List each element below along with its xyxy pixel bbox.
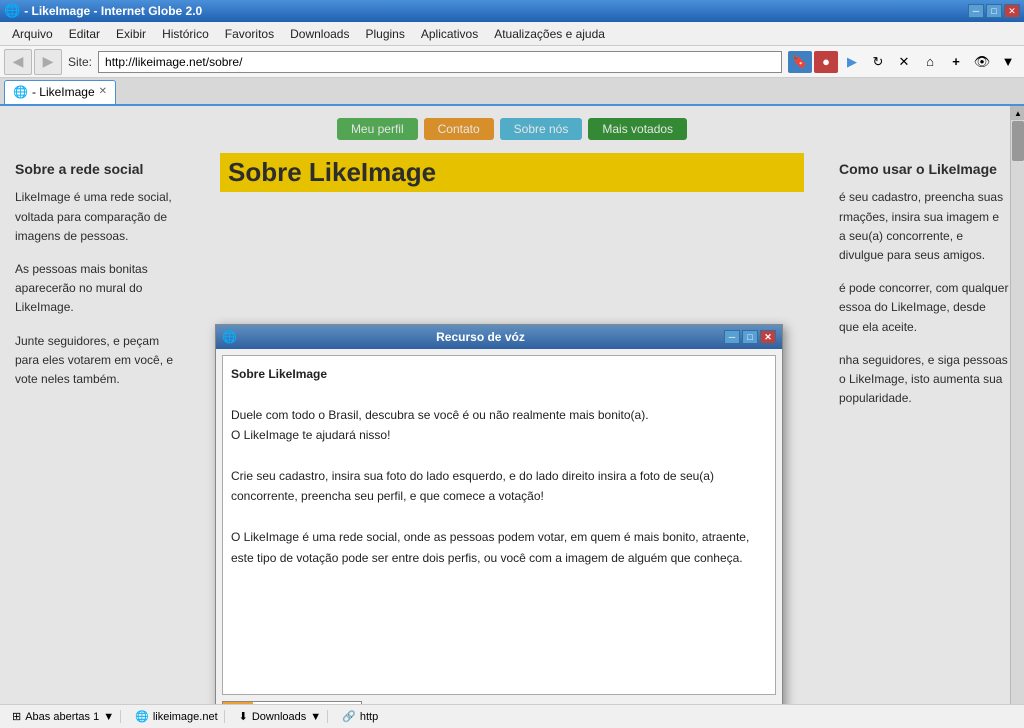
downloads-dropdown-icon: ▼ <box>310 711 321 723</box>
forward-button[interactable]: ▶ <box>34 49 62 75</box>
tab-label: - LikeImage <box>32 85 95 99</box>
status-bar: ⊞ Abas abertas 1 ▼ 🌐 likeimage.net ⬇ Dow… <box>0 704 1024 728</box>
menu-extra-button[interactable]: ▼ <box>996 51 1020 73</box>
menu-editar[interactable]: Editar <box>61 25 108 43</box>
voice-dialog: 🌐 Recurso de vóz ─ □ ✕ Sobre LikeImage D… <box>215 324 783 704</box>
downloads-label: Downloads <box>252 711 306 723</box>
dialog-minimize-button[interactable]: ─ <box>724 330 740 344</box>
menu-atualizacoes[interactable]: Atualizações e ajuda <box>486 25 613 43</box>
browser-icon: 🌐 <box>4 3 20 19</box>
url-input[interactable] <box>98 51 782 73</box>
red-button[interactable]: ● <box>814 51 838 73</box>
menu-favoritos[interactable]: Favoritos <box>217 25 282 43</box>
menu-aplicativos[interactable]: Aplicativos <box>413 25 486 43</box>
tab-likeimage[interactable]: 🌐 - LikeImage ✕ <box>4 80 116 104</box>
reading-status-label: Lendo... <box>368 703 411 704</box>
voice-text-line1: Duele com todo o Brasil, descubra se voc… <box>231 408 649 422</box>
voice-text-line4: O LikeImage é uma rede social, onde as p… <box>231 530 749 564</box>
dialog-controls: ─ □ ✕ <box>724 330 776 344</box>
add-tab-button[interactable]: + <box>944 51 968 73</box>
bookmark-icon[interactable]: 🔖 <box>788 51 812 73</box>
title-left: 🌐 - LikeImage - Internet Globe 2.0 <box>4 3 202 19</box>
voice-text-line2: O LikeImage te ajudará nisso! <box>231 428 390 442</box>
window-controls: ─ □ ✕ <box>968 4 1020 18</box>
view-source-button[interactable]: 👁 <box>970 51 994 73</box>
dialog-close-button[interactable]: ✕ <box>760 330 776 344</box>
menu-historico[interactable]: Histórico <box>154 25 217 43</box>
toolbar-right-buttons: 🔖 ● ▶ ↻ ✕ ⌂ + 👁 ▼ <box>788 51 1020 73</box>
back-button[interactable]: ◀ <box>4 49 32 75</box>
voice-text-area[interactable]: Sobre LikeImage Duele com todo o Brasil,… <box>222 355 776 695</box>
voice-text-line3: Crie seu cadastro, insira sua foto do la… <box>231 469 714 503</box>
close-button[interactable]: ✕ <box>1004 4 1020 18</box>
tabs-dropdown-icon: ▼ <box>103 711 114 723</box>
http-icon: 🔗 <box>342 710 356 723</box>
progress-fill <box>223 702 253 704</box>
tab-icon: 🌐 <box>13 85 28 99</box>
menu-bar: Arquivo Editar Exibir Histórico Favorito… <box>0 22 1024 46</box>
minimize-button[interactable]: ─ <box>968 4 984 18</box>
content-area: Meu perfil Contato Sobre nós Mais votado… <box>0 106 1024 704</box>
toolbar: ◀ ▶ Site: 🔖 ● ▶ ↻ ✕ ⌂ + 👁 ▼ <box>0 46 1024 78</box>
status-downloads[interactable]: ⬇ Downloads ▼ <box>233 710 329 723</box>
voice-progress-area: Lendo... <box>222 701 776 704</box>
tabs-icon: ⊞ <box>12 710 21 723</box>
home-button[interactable]: ⌂ <box>918 51 942 73</box>
site-label: Site: <box>68 55 92 69</box>
status-tabs[interactable]: ⊞ Abas abertas 1 ▼ <box>6 710 121 723</box>
voice-dialog-title: 🌐 Recurso de vóz ─ □ ✕ <box>216 325 782 349</box>
status-site: 🌐 likeimage.net <box>129 710 225 723</box>
site-favicon: 🌐 <box>135 710 149 723</box>
tabs-bar: 🌐 - LikeImage ✕ <box>0 78 1024 106</box>
menu-arquivo[interactable]: Arquivo <box>4 25 61 43</box>
tab-close-button[interactable]: ✕ <box>99 86 107 97</box>
window-title: - LikeImage - Internet Globe 2.0 <box>24 4 202 18</box>
menu-exibir[interactable]: Exibir <box>108 25 154 43</box>
menu-downloads[interactable]: Downloads <box>282 25 357 43</box>
http-label: http <box>360 711 378 723</box>
title-bar: 🌐 - LikeImage - Internet Globe 2.0 ─ □ ✕ <box>0 0 1024 22</box>
refresh-button[interactable]: ↻ <box>866 51 890 73</box>
voice-dialog-title-text: Recurso de vóz <box>436 330 525 344</box>
download-icon: ⬇ <box>239 710 248 723</box>
maximize-button[interactable]: □ <box>986 4 1002 18</box>
stop-button[interactable]: ✕ <box>892 51 916 73</box>
voice-dialog-title-icon: 🌐 <box>222 330 237 344</box>
tabs-count-label: Abas abertas 1 <box>25 711 99 723</box>
progress-bar <box>222 701 362 704</box>
dialog-maximize-button[interactable]: □ <box>742 330 758 344</box>
voice-text-heading: Sobre LikeImage <box>231 367 327 381</box>
go-button[interactable]: ▶ <box>840 51 864 73</box>
status-http: 🔗 http <box>336 710 384 723</box>
status-site-label: likeimage.net <box>153 711 218 723</box>
menu-plugins[interactable]: Plugins <box>357 25 412 43</box>
